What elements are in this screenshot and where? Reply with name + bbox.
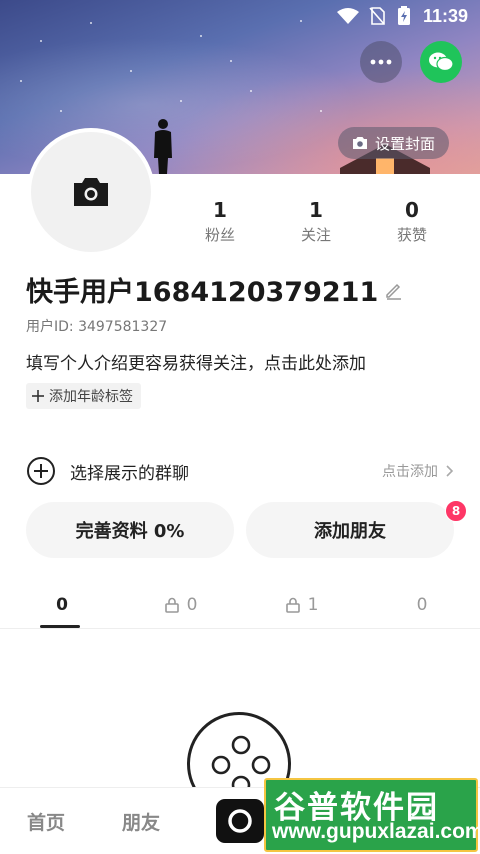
tab-likes-count: 1 [307,595,319,615]
camera-icon [353,137,367,149]
tab-private-count: 0 [186,595,198,615]
age-tag-label: 添加年龄标签 [49,389,133,405]
tab-private[interactable]: 0 [131,590,231,620]
tabs-divider [0,628,480,629]
likes-stat[interactable]: 0 获赞 [372,198,452,246]
status-time: 11:39 [422,6,468,26]
bio-input[interactable]: 填写个人介绍更容易获得关注，点击此处添加 [26,349,366,374]
tab-works-count: 0 [56,595,68,615]
lock-icon [285,597,300,613]
edit-pencil-icon[interactable] [384,280,404,300]
group-chat-action: 点击添加 [382,464,438,480]
nav-friends[interactable]: 朋友 [122,808,160,835]
tab-collections-count: 0 [416,595,428,615]
more-button[interactable] [360,41,402,83]
more-dots-icon [370,59,392,65]
shoot-icon [228,809,252,833]
silhouette-person [154,119,172,174]
username-text: 快手用户1684120379211 [26,277,379,308]
following-count: 1 [309,198,323,222]
avatar[interactable] [27,128,155,256]
plus-icon [32,390,44,402]
add-friends-button[interactable]: 添加朋友 [246,502,454,558]
watermark-logo: 谷普软件园 www.gupuxlazai.com [264,778,480,852]
likes-label: 获赞 [396,226,427,244]
set-cover-button[interactable]: 设置封面 [338,127,450,159]
battery-charging-icon [398,6,410,25]
nav-home[interactable]: 首页 [27,808,65,835]
add-circle-icon [27,457,55,485]
following-stat[interactable]: 1 关注 [276,198,356,246]
likes-count: 0 [405,198,419,222]
user-id: 用户ID: 3497581327 [26,319,168,335]
group-chat-row[interactable]: 选择展示的群聊 点击添加 [26,454,454,488]
followers-label: 粉丝 [204,226,235,244]
username[interactable]: 快手用户1684120379211 [26,270,404,309]
tab-likes[interactable]: 1 [252,590,352,620]
chevron-right-icon [446,465,454,477]
notification-badge: 8 [445,500,467,522]
wifi-icon [337,8,359,24]
following-label: 关注 [300,226,331,244]
complete-profile-button[interactable]: 完善资料 0% [26,502,234,558]
status-bar: 11:39 [0,0,480,32]
followers-count: 1 [213,198,227,222]
add-age-tag-button[interactable]: 添加年龄标签 [26,383,141,409]
watermark-url: www.gupuxlazai.com [272,820,480,843]
followers-stat[interactable]: 1 粉丝 [180,198,260,246]
nav-camera-button[interactable] [216,799,264,843]
group-chat-label: 选择展示的群聊 [70,463,189,484]
wechat-share-button[interactable] [420,41,462,83]
wechat-icon [429,52,454,72]
no-sim-icon [369,7,385,25]
set-cover-label: 设置封面 [375,134,436,153]
tab-works[interactable]: 0 [12,590,112,620]
camera-icon [74,178,108,206]
lock-icon [164,597,179,613]
tab-collections[interactable]: 0 [372,590,472,620]
